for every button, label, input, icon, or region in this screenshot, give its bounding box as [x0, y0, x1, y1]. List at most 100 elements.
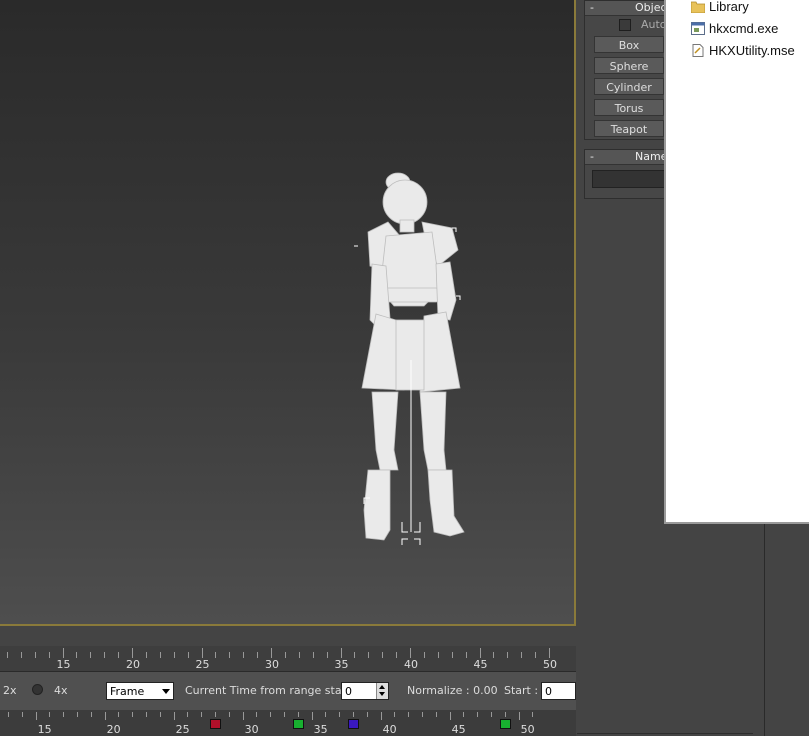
- track-label: 20: [106, 723, 121, 736]
- track-tick: [449, 712, 451, 720]
- track-label: 30: [244, 723, 259, 736]
- start-input[interactable]: 0: [541, 682, 576, 700]
- spin-up-icon[interactable]: [379, 685, 385, 689]
- normalize-label: Normalize : 0.00: [407, 684, 498, 697]
- time-display-value: Frame: [110, 685, 145, 698]
- track-label: 35: [313, 723, 328, 736]
- ruler-tick: [368, 652, 370, 658]
- ruler-tick: [298, 652, 300, 658]
- track-tick: [366, 712, 368, 717]
- perspective-viewport[interactable]: [0, 0, 576, 626]
- ruler-tick: [410, 648, 412, 658]
- time-ruler[interactable]: 15 20 25 30 35 40 45 50: [0, 646, 576, 672]
- track-tick: [159, 712, 161, 717]
- ruler-tick: [354, 652, 356, 658]
- track-tick: [146, 712, 147, 717]
- teapot-button[interactable]: Teapot: [594, 120, 664, 137]
- track-tick: [491, 712, 492, 717]
- track-tick: [173, 712, 175, 720]
- time-ruler-track[interactable]: 15 20 25 30 35 40 45 50: [0, 646, 557, 672]
- file-item-hkxutility[interactable]: HKXUtility.mse: [692, 41, 795, 61]
- ruler-tick: [382, 652, 384, 658]
- ruler-tick: [535, 652, 537, 658]
- track-tick: [532, 712, 534, 717]
- track-tick: [77, 712, 78, 717]
- track-tick: [118, 712, 120, 717]
- track-bar[interactable]: 15 20 25 30 35 40 45 50: [0, 710, 576, 736]
- keyframe-marker[interactable]: [348, 719, 359, 729]
- ruler-tick: [201, 648, 203, 658]
- ruler-label: 35: [334, 658, 349, 671]
- ruler-tick: [132, 648, 134, 658]
- file-item-hkxcmd[interactable]: hkxcmd.exe: [691, 19, 778, 39]
- collapse-icon[interactable]: -: [590, 150, 594, 164]
- time-display-select[interactable]: Frame: [106, 682, 174, 700]
- current-time-label: Current Time from range start :: [185, 684, 358, 697]
- keyframe-marker[interactable]: [292, 719, 304, 729]
- track-tick: [35, 712, 37, 720]
- track-tick: [49, 712, 51, 717]
- spin-down-icon[interactable]: [379, 692, 385, 696]
- current-time-spinner[interactable]: 0: [341, 682, 389, 700]
- track-tick: [380, 712, 382, 720]
- track-tick: [435, 712, 437, 717]
- track-tick: [504, 712, 506, 717]
- track-tick: [422, 712, 423, 717]
- track-tick: [463, 712, 465, 717]
- character-model[interactable]: [340, 170, 480, 545]
- track-tick: [325, 712, 327, 717]
- name-color-rollout-header[interactable]: - Name a: [585, 150, 678, 165]
- panel-bottom-edge: [577, 733, 753, 734]
- file-explorer-window: Library hkxcmd.exe HKXUtility.mse: [664, 0, 809, 524]
- track-label: 50: [520, 723, 535, 736]
- track-tick: [228, 712, 230, 717]
- sphere-button[interactable]: Sphere: [594, 57, 664, 74]
- keyframe-marker[interactable]: [499, 719, 511, 729]
- object-type-title: Objec: [635, 1, 667, 14]
- ruler-tick: [62, 648, 64, 658]
- collapse-icon[interactable]: -: [590, 1, 594, 15]
- track-tick: [8, 712, 9, 717]
- ruler-tick: [465, 652, 467, 658]
- ruler-label: 30: [265, 658, 280, 671]
- time-configuration-bar: 2x 4x Frame Current Time from range star…: [0, 672, 576, 710]
- ruler-tick: [6, 652, 8, 658]
- ruler-tick: [118, 652, 120, 658]
- keyframe-marker[interactable]: [210, 719, 221, 729]
- box-button[interactable]: Box: [594, 36, 664, 53]
- track-tick: [297, 712, 299, 717]
- object-type-rollout-header[interactable]: - Objec: [585, 1, 673, 16]
- folder-icon: [691, 1, 705, 13]
- ruler-label: 40: [404, 658, 419, 671]
- ruler-tick: [159, 652, 161, 658]
- file-name: HKXUtility.mse: [709, 43, 795, 58]
- speed-4x-radio[interactable]: [32, 684, 43, 695]
- file-item-library[interactable]: Library: [691, 0, 749, 17]
- ruler-tick: [145, 652, 147, 658]
- track-tick: [270, 712, 272, 717]
- ruler-tick: [312, 652, 314, 658]
- ruler-tick: [493, 652, 495, 658]
- torus-button[interactable]: Torus: [594, 99, 664, 116]
- start-value: 0: [545, 685, 552, 698]
- ruler-tick: [423, 652, 425, 658]
- object-type-rollout: - Objec Auto Box Sphere Cylinder Torus T…: [584, 0, 674, 140]
- ruler-tick: [437, 652, 439, 658]
- ruler-tick: [20, 652, 22, 658]
- autogrid-checkbox[interactable]: [619, 19, 631, 31]
- speed-2x-label: 2x: [3, 684, 17, 697]
- ruler-tick: [48, 652, 50, 658]
- ruler-label: 15: [56, 658, 71, 671]
- track-tick: [408, 712, 410, 717]
- spinner-buttons[interactable]: [376, 683, 388, 699]
- ruler-tick: [507, 652, 509, 658]
- ruler-label: 50: [543, 658, 558, 671]
- track-tick: [394, 712, 396, 717]
- ruler-tick: [479, 648, 481, 658]
- object-name-field[interactable]: [592, 170, 667, 188]
- ruler-tick: [340, 648, 342, 658]
- track-tick: [104, 712, 106, 720]
- cylinder-button[interactable]: Cylinder: [594, 78, 664, 95]
- ruler-tick: [521, 652, 523, 658]
- current-time-value: 0: [345, 685, 352, 698]
